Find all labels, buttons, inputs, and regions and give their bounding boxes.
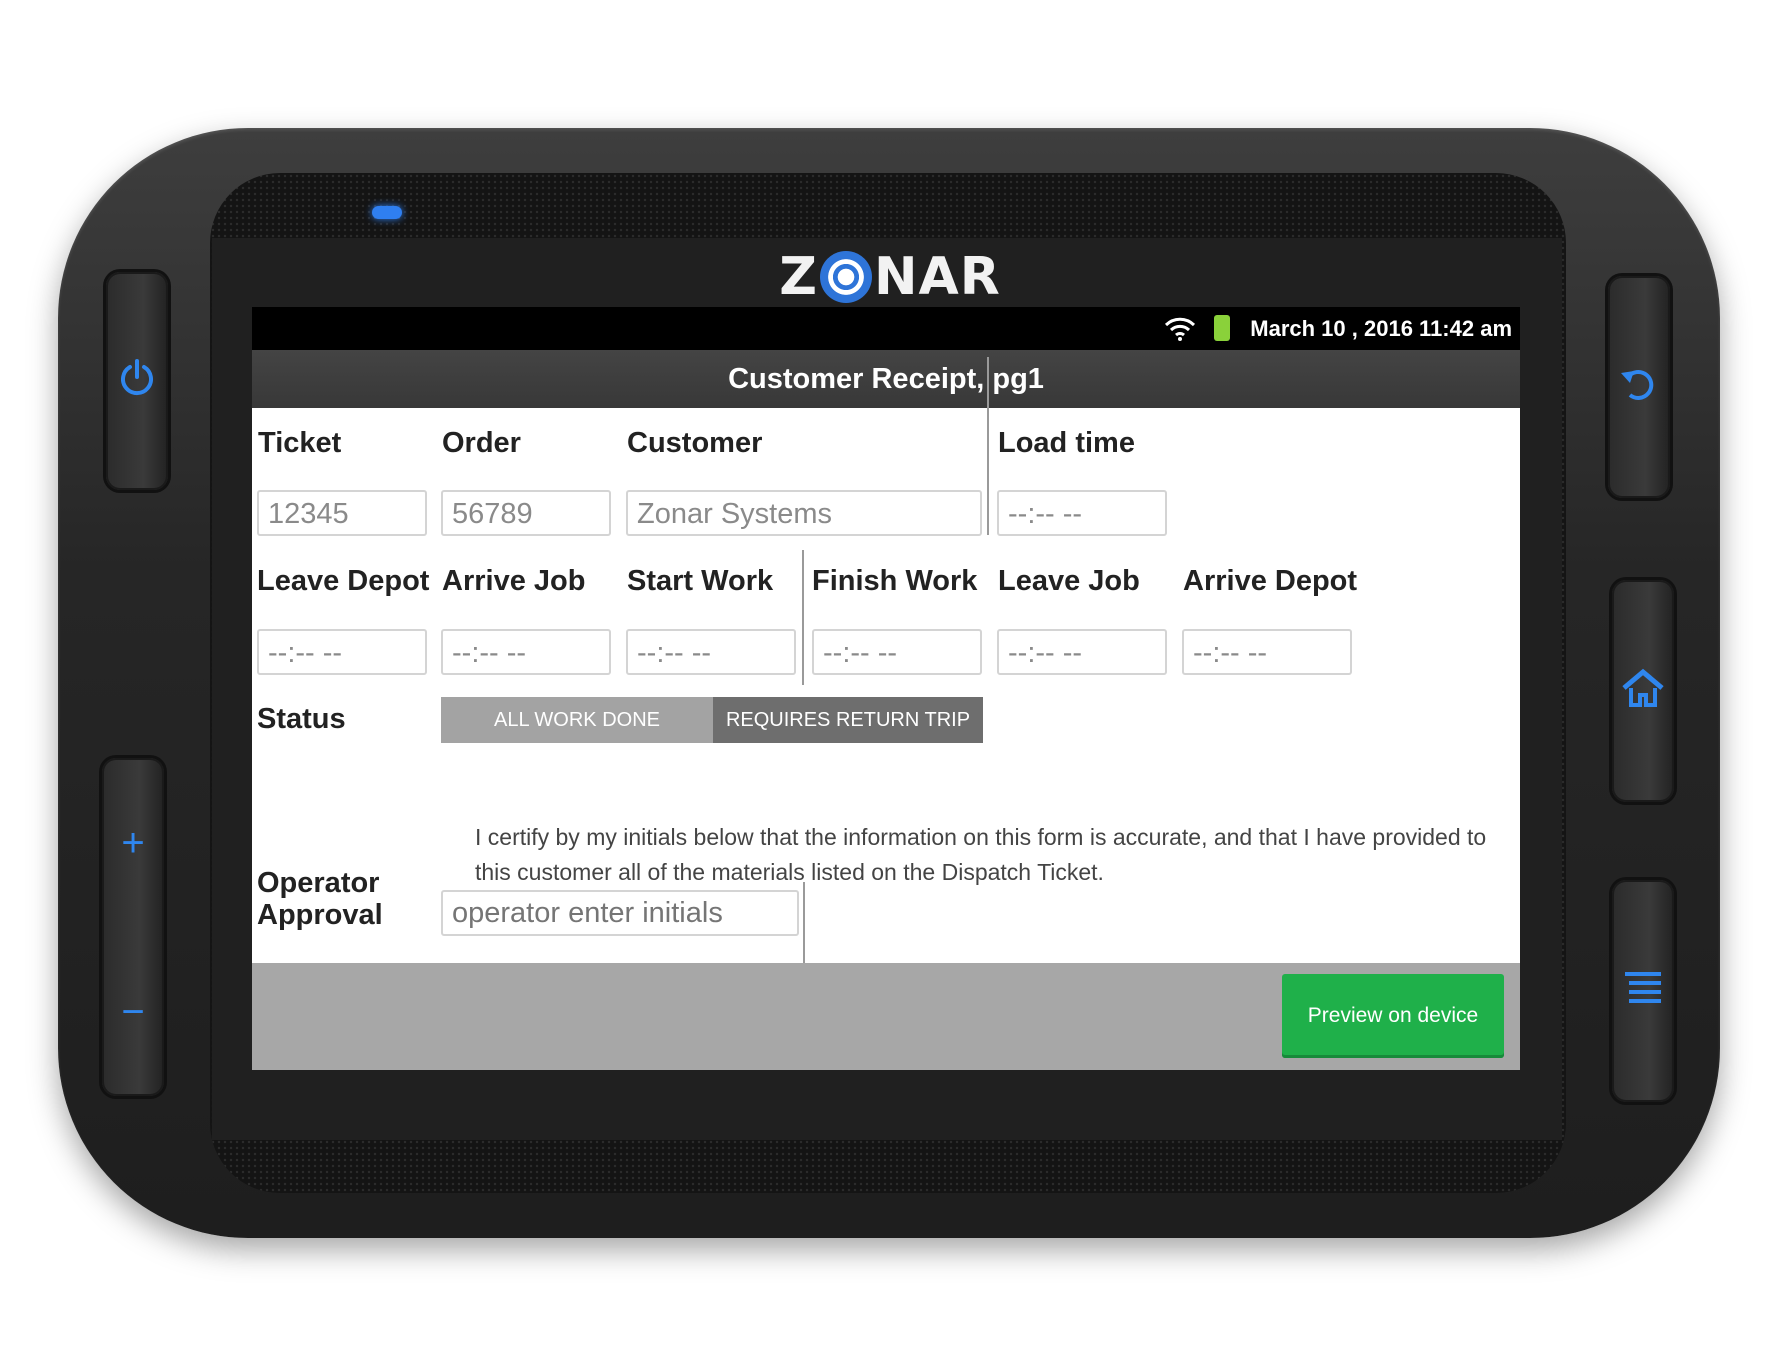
certification-text: I certify by my initials below that the … <box>475 824 1487 885</box>
arrive-depot-field[interactable]: --:-- -- <box>1182 629 1352 675</box>
status-datetime: March 10 , 2016 11:42 am <box>1250 316 1512 341</box>
home-icon <box>1621 668 1665 715</box>
leave-job-field[interactable]: --:-- -- <box>997 629 1167 675</box>
arrive-job-field[interactable]: --:-- -- <box>441 629 611 675</box>
operator-approval-label-line2: Approval <box>257 899 383 931</box>
customer-field[interactable]: Zonar Systems <box>626 490 982 536</box>
status-led <box>372 206 402 219</box>
power-button[interactable] <box>106 272 168 490</box>
finish-work-label: Finish Work <box>812 565 978 597</box>
arrive-depot-label: Arrive Depot <box>1183 565 1358 597</box>
system-status-bar: March 10 , 2016 11:42 am <box>252 307 1520 350</box>
operator-approval-label-line1: Operator <box>257 867 380 899</box>
leave-depot-label: Leave Depot <box>257 565 430 597</box>
zonar-o-mark-icon <box>819 251 872 303</box>
start-work-label: Start Work <box>627 565 774 597</box>
wifi-icon <box>1164 317 1196 341</box>
operator-initials-input[interactable] <box>441 890 799 936</box>
page-title: Customer Receipt, pg1 <box>252 350 1520 408</box>
menu-button[interactable] <box>1612 880 1674 1102</box>
back-button[interactable] <box>1608 276 1670 498</box>
load-time-label: Load time <box>998 427 1135 459</box>
preview-on-device-button[interactable]: Preview on device <box>1282 974 1504 1058</box>
all-work-done-option[interactable]: ALL WORK DONE <box>441 697 713 743</box>
app-screen: March 10 , 2016 11:42 am Customer Receip… <box>252 307 1520 1070</box>
order-label: Order <box>442 427 521 459</box>
ticket-label: Ticket <box>258 427 342 459</box>
back-icon <box>1618 363 1660 412</box>
battery-icon <box>1214 315 1230 341</box>
requires-return-trip-option[interactable]: REQUIRES RETURN TRIP <box>713 697 983 743</box>
leave-job-label: Leave Job <box>998 565 1140 597</box>
brand-logo: Z NAR <box>779 247 1001 307</box>
column-divider <box>803 882 805 964</box>
column-divider <box>802 550 804 685</box>
ticket-field[interactable]: 12345 <box>257 490 427 536</box>
leave-depot-field[interactable]: --:-- -- <box>257 629 427 675</box>
start-work-field[interactable]: --:-- -- <box>626 629 796 675</box>
power-icon <box>118 357 156 406</box>
home-button[interactable] <box>1612 580 1674 802</box>
order-field[interactable]: 56789 <box>441 490 611 536</box>
minus-icon[interactable]: − <box>121 992 144 1032</box>
volume-rocker[interactable]: + − <box>102 758 164 1096</box>
arrive-job-label: Arrive Job <box>442 565 586 597</box>
column-divider <box>987 357 989 535</box>
finish-work-field[interactable]: --:-- -- <box>812 629 982 675</box>
plus-icon[interactable]: + <box>121 823 144 863</box>
customer-label: Customer <box>627 427 763 459</box>
load-time-field[interactable]: --:-- -- <box>997 490 1167 536</box>
status-label: Status <box>257 703 346 735</box>
menu-icon <box>1623 970 1663 1013</box>
